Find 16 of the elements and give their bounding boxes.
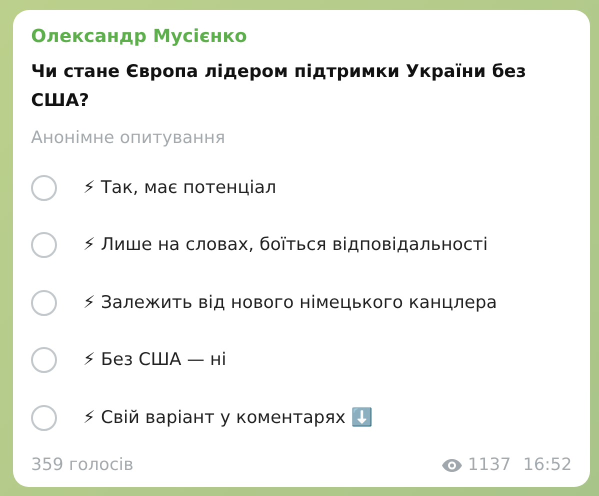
radio-button[interactable] <box>31 347 57 374</box>
poll-type: Анонімне опитування <box>31 127 226 150</box>
eye-icon <box>442 458 462 472</box>
view-count: 1137 <box>468 455 511 475</box>
vote-count: 359 голосів <box>31 455 134 475</box>
poll-option[interactable]: ⚡ Лише на словах, боїться відповідальності <box>83 235 488 256</box>
poll-option[interactable]: ⚡ Без США — ні <box>83 350 226 370</box>
radio-button[interactable] <box>31 232 57 258</box>
radio-button[interactable] <box>31 290 57 316</box>
poll-option[interactable]: ⚡ Свій варіант у коментарях ⬇ <box>83 407 374 428</box>
poll-option[interactable]: ⚡ Так, має потенціал <box>83 178 276 198</box>
radio-button[interactable] <box>31 174 57 201</box>
poll-question: Чи стане Європа лідером підтримки України без США? <box>31 61 528 113</box>
radio-button[interactable] <box>31 404 57 431</box>
poll-option[interactable]: ⚡ Залежить від нового німецького канцлера <box>83 292 498 313</box>
message-time: 16:52 <box>523 455 572 475</box>
